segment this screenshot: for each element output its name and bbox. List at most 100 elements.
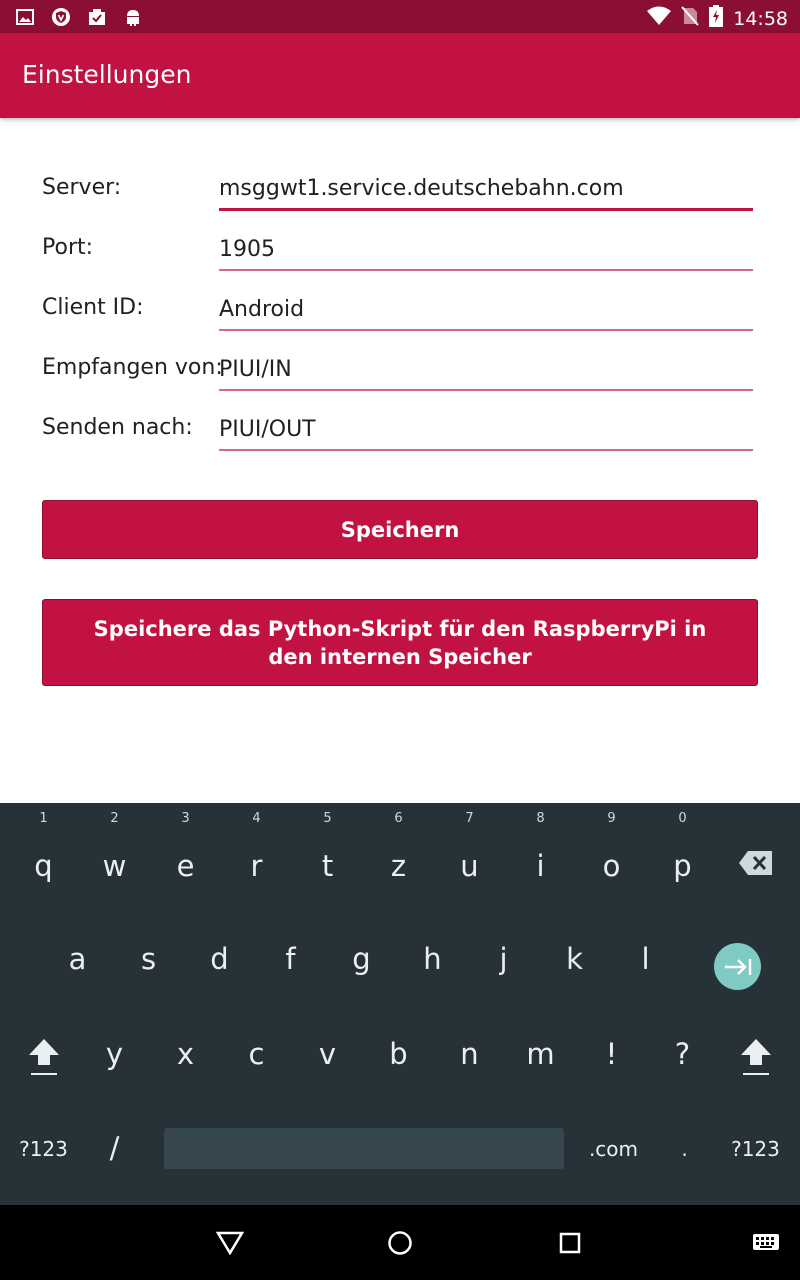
keyboard-switch-button[interactable] <box>750 1229 782 1257</box>
symbols-key-right[interactable]: ?123 <box>720 1137 791 1161</box>
status-time: 14:58 <box>733 7 788 30</box>
port-row: Port: <box>42 227 753 277</box>
key-v[interactable]: v <box>292 1037 363 1071</box>
key-g[interactable]: g <box>326 942 397 976</box>
navigation-bar <box>0 1205 800 1280</box>
key-h[interactable]: h <box>397 942 468 976</box>
space-bar[interactable] <box>164 1128 564 1169</box>
client-id-label: Client ID: <box>42 295 144 320</box>
soft-keyboard: 1q 2w 3e 4r 5t 6z 7u 8i 9o 0p a s d f g … <box>0 803 800 1205</box>
android-icon <box>122 6 144 28</box>
key-m[interactable]: m <box>505 1037 576 1071</box>
key-label: t <box>321 849 334 883</box>
key-i[interactable]: 8i <box>505 811 576 883</box>
key-j[interactable]: j <box>468 942 539 976</box>
key-p[interactable]: 0p <box>647 811 718 883</box>
wifi-icon <box>647 6 672 31</box>
tab-next-icon <box>724 958 751 975</box>
send-input[interactable] <box>219 407 753 451</box>
key-x[interactable]: x <box>150 1037 221 1071</box>
server-input[interactable] <box>219 167 753 211</box>
key-s[interactable]: s <box>113 942 184 976</box>
key-hint: 6 <box>394 811 403 826</box>
home-circle-icon <box>388 1231 412 1255</box>
recents-square-icon <box>559 1232 581 1254</box>
home-button[interactable] <box>384 1229 416 1257</box>
client-id-row: Client ID: <box>42 287 753 337</box>
key-y[interactable]: y <box>79 1037 150 1071</box>
key-d[interactable]: d <box>184 942 255 976</box>
page-title: Einstellungen <box>22 60 192 89</box>
key-n[interactable]: n <box>434 1037 505 1071</box>
key-hint: 2 <box>110 811 119 826</box>
key-c[interactable]: c <box>221 1037 292 1071</box>
send-row: Senden nach: <box>42 407 753 457</box>
receive-label: Empfangen von: <box>42 355 223 380</box>
key-w[interactable]: 2w <box>79 811 150 883</box>
save-button[interactable]: Speichern <box>42 500 758 559</box>
key-slash[interactable]: / <box>79 1131 150 1165</box>
shield-v-icon <box>50 6 72 28</box>
back-triangle-icon <box>216 1231 244 1255</box>
key-dotcom[interactable]: .com <box>578 1137 649 1161</box>
key-label: w <box>102 849 127 883</box>
key-label: z <box>390 849 407 883</box>
key-label: p <box>673 849 692 883</box>
key-label: i <box>536 849 545 883</box>
key-question[interactable]: ? <box>647 1037 718 1071</box>
key-hint: 7 <box>465 811 474 826</box>
next-field-key[interactable] <box>714 943 761 990</box>
key-hint: 1 <box>39 811 48 826</box>
send-label: Senden nach: <box>42 415 193 440</box>
shift-icon <box>28 1039 59 1075</box>
server-label: Server: <box>42 175 122 200</box>
port-input[interactable] <box>219 227 753 271</box>
no-sim-icon <box>681 6 699 31</box>
key-hint: 4 <box>252 811 261 826</box>
key-a[interactable]: a <box>42 942 113 976</box>
key-l[interactable]: l <box>610 942 681 976</box>
clipboard-check-icon <box>86 6 108 28</box>
symbols-key-left[interactable]: ?123 <box>8 1137 79 1161</box>
key-z[interactable]: 6z <box>363 811 434 883</box>
key-hint: 9 <box>607 811 616 826</box>
client-id-input[interactable] <box>219 287 753 331</box>
keyboard-icon <box>753 1234 779 1250</box>
port-label: Port: <box>42 235 94 260</box>
key-label: e <box>176 849 195 883</box>
key-q[interactable]: 1q <box>8 811 79 883</box>
key-label: q <box>34 849 53 883</box>
recents-button[interactable] <box>554 1229 586 1257</box>
backspace-key[interactable] <box>720 849 791 883</box>
key-hint: 5 <box>323 811 332 826</box>
shift-key-right[interactable] <box>720 1037 791 1084</box>
backspace-icon <box>738 851 772 875</box>
app-bar: Einstellungen <box>0 33 800 118</box>
key-hint: 3 <box>181 811 190 826</box>
shift-key-left[interactable] <box>8 1037 79 1084</box>
key-r[interactable]: 4r <box>221 811 292 883</box>
key-label: u <box>460 849 479 883</box>
key-e[interactable]: 3e <box>150 811 221 883</box>
key-period[interactable]: . <box>649 1137 720 1161</box>
key-hint: 0 <box>678 811 687 826</box>
receive-row: Empfangen von: <box>42 347 753 397</box>
key-label: r <box>250 849 263 883</box>
key-hint: 8 <box>536 811 545 826</box>
status-bar: 14:58 <box>0 0 800 33</box>
image-icon <box>14 6 36 28</box>
key-t[interactable]: 5t <box>292 811 363 883</box>
back-button[interactable] <box>214 1229 246 1257</box>
key-label: o <box>602 849 621 883</box>
key-b[interactable]: b <box>363 1037 434 1071</box>
key-u[interactable]: 7u <box>434 811 505 883</box>
battery-charging-icon <box>709 5 724 32</box>
key-exclamation[interactable]: ! <box>576 1037 647 1071</box>
key-o[interactable]: 9o <box>576 811 647 883</box>
receive-input[interactable] <box>219 347 753 391</box>
key-f[interactable]: f <box>255 942 326 976</box>
key-k[interactable]: k <box>539 942 610 976</box>
server-row: Server: <box>42 167 753 217</box>
save-script-button[interactable]: Speichere das Python-Skript für den Rasp… <box>42 599 758 686</box>
shift-icon <box>740 1039 771 1075</box>
